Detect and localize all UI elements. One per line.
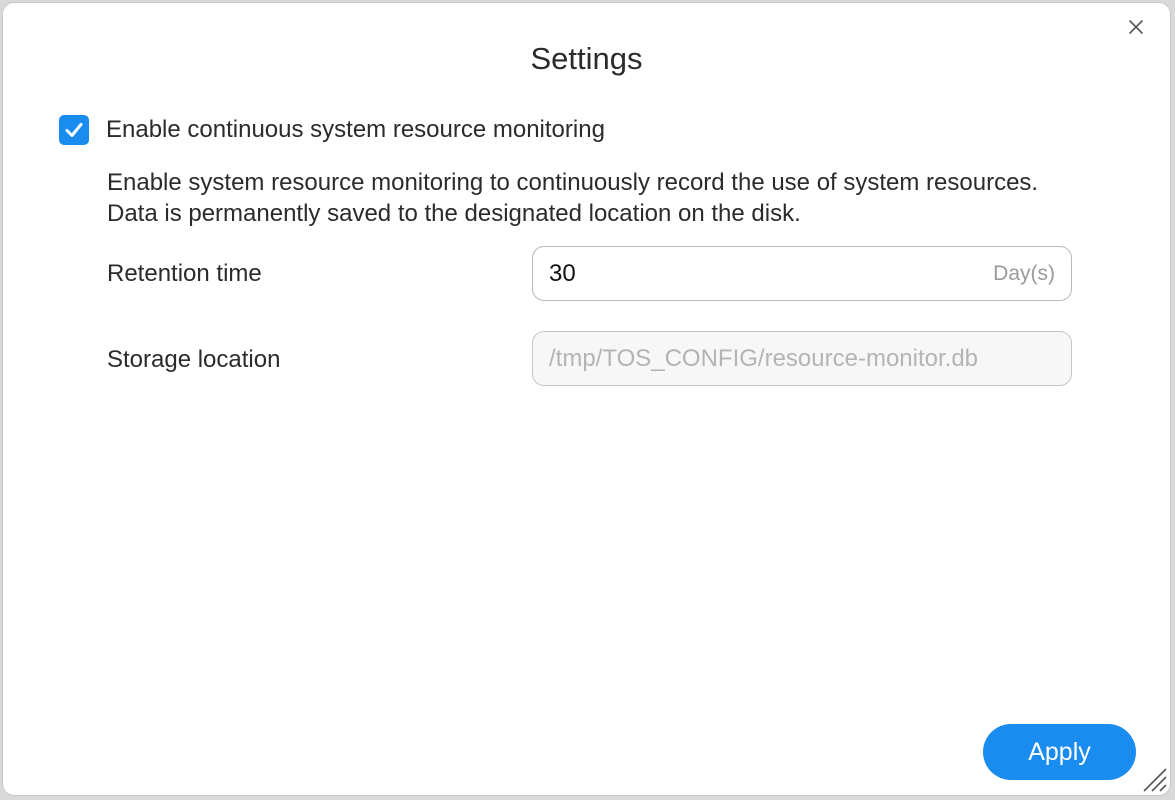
resize-grip-icon: [1143, 768, 1167, 792]
close-button[interactable]: [1126, 17, 1146, 37]
resize-grip[interactable]: [1140, 765, 1168, 793]
storage-location-input: [549, 344, 1055, 373]
monitoring-checkbox-label[interactable]: Enable continuous system resource monito…: [106, 116, 605, 144]
retention-time-input[interactable]: [549, 259, 994, 288]
apply-button[interactable]: Apply: [983, 724, 1136, 780]
monitoring-checkbox[interactable]: [59, 115, 89, 145]
dialog-title: Settings: [530, 41, 643, 76]
close-icon: [1129, 20, 1143, 34]
storage-location-label: Storage location: [107, 346, 281, 373]
retention-time-label: Retention time: [107, 260, 262, 287]
checkmark-icon: [65, 123, 83, 137]
retention-time-field[interactable]: Day(s): [532, 246, 1072, 301]
settings-dialog: Settings Enable continuous system resour…: [2, 2, 1171, 796]
storage-location-field: [532, 331, 1072, 386]
retention-unit: Day(s): [993, 261, 1055, 285]
monitoring-toggle-row[interactable]: Enable continuous system resource monito…: [59, 115, 605, 145]
monitoring-description: Enable system resource monitoring to con…: [107, 169, 1039, 227]
